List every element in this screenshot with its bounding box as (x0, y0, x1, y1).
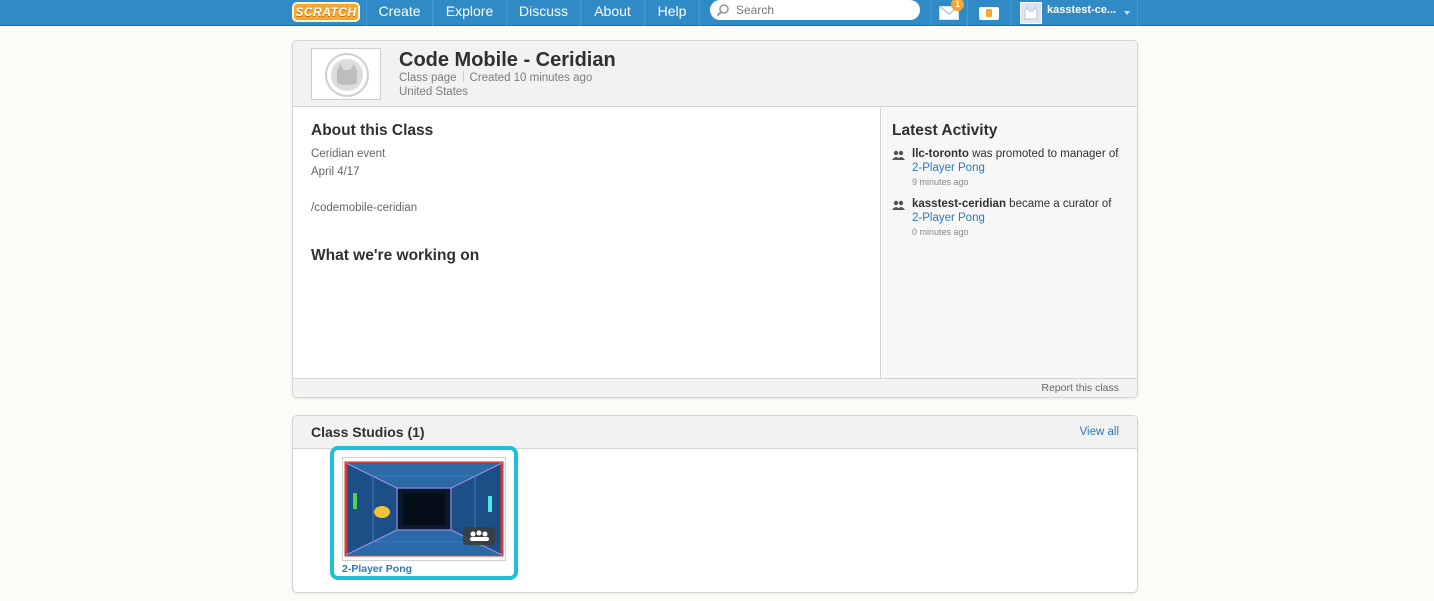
studio-title-link[interactable]: 2-Player Pong (342, 563, 412, 575)
activity-item: llc-toronto was promoted to manager of 2… (892, 147, 1132, 189)
activity-column: Latest Activity llc-toronto was promoted… (882, 107, 1137, 378)
my-stuff-button[interactable] (967, 0, 1010, 26)
class-panel: Code Mobile - Ceridian Class page Created… (292, 40, 1138, 398)
chevron-down-icon (1124, 11, 1130, 15)
activity-action: became a curator of (1009, 198, 1112, 210)
avatar (1020, 2, 1042, 24)
class-type: Class page (399, 72, 457, 84)
nav-inner: SCRATCH Create Explore Discuss About Hel… (290, 0, 1140, 26)
about-heading: About this Class (311, 122, 434, 139)
cat-placeholder-icon (325, 53, 369, 97)
activity-user[interactable]: kasstest-ceridian (912, 198, 1006, 210)
studios-heading: Class Studios (1) (311, 424, 425, 440)
username-label: kasstest-ce... (1047, 4, 1117, 16)
activity-action: was promoted to manager of (972, 148, 1119, 160)
users-icon (892, 200, 905, 210)
class-created: Created 10 minutes ago (469, 72, 593, 84)
class-country: United States (399, 86, 469, 98)
activity-target-link[interactable]: 2-Player Pong (912, 162, 985, 174)
search-input[interactable] (736, 2, 906, 18)
meta-divider (462, 71, 464, 82)
working-on-heading: What we're working on (311, 247, 480, 264)
class-meta: Class page Created 10 minutes ago United … (399, 71, 592, 99)
activity-time: 9 minutes ago (912, 177, 969, 187)
report-class-link[interactable]: Report this class (1041, 382, 1119, 394)
view-all-link[interactable]: View all (1080, 426, 1119, 438)
studios-header: Class Studios (1) View all (293, 416, 1137, 449)
nav-explore[interactable]: Explore (432, 0, 506, 26)
studios-panel: Class Studios (1) View all 2-Player Pong (292, 415, 1138, 593)
user-menu[interactable]: kasstest-ce... (1010, 0, 1138, 26)
activity-user[interactable]: llc-toronto (912, 148, 969, 160)
activity-time: 0 minutes ago (912, 227, 969, 237)
nav-discuss[interactable]: Discuss (506, 0, 580, 26)
about-line-1: Ceridian event (311, 148, 386, 160)
nav-help[interactable]: Help (644, 0, 700, 26)
nav-create[interactable]: Create (366, 0, 432, 26)
class-title: Code Mobile - Ceridian (399, 49, 616, 71)
nav-about[interactable]: About (580, 0, 644, 26)
class-thumbnail (311, 48, 381, 100)
folder-icon (979, 7, 999, 20)
search-box[interactable] (710, 0, 920, 20)
about-line-3: /codemobile-ceridian (311, 202, 418, 214)
pong-game-thumbnail (343, 458, 505, 560)
class-header: Code Mobile - Ceridian Class page Created… (293, 41, 1137, 107)
activity-target-link[interactable]: 2-Player Pong (912, 212, 985, 224)
studio-card[interactable]: 2-Player Pong (330, 446, 518, 580)
users-icon (892, 150, 905, 160)
class-panel-footer: Report this class (293, 378, 1137, 397)
cat-avatar-icon (1024, 5, 1038, 20)
activity-heading: Latest Activity (892, 122, 998, 139)
activity-item: kasstest-ceridian became a curator of 2-… (892, 197, 1132, 239)
top-nav-bar: SCRATCH Create Explore Discuss About Hel… (0, 0, 1434, 26)
scratch-logo[interactable]: SCRATCH (292, 2, 360, 22)
search-icon (716, 4, 729, 17)
message-count-badge: 1 (951, 0, 964, 11)
messages-button[interactable]: 1 (930, 0, 967, 26)
studio-thumbnail[interactable] (342, 457, 506, 561)
about-line-2: April 4/17 (311, 166, 360, 178)
about-column: About this Class Ceridian event April 4/… (293, 107, 881, 378)
